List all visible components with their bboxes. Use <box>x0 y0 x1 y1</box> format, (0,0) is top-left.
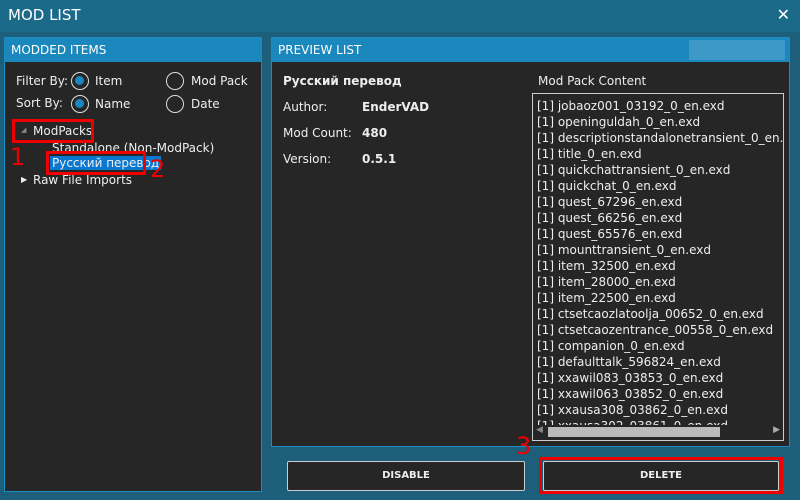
annotation-box-2 <box>46 151 146 175</box>
list-item[interactable]: [1] item_32500_en.exd <box>533 258 783 274</box>
author-value: EnderVAD <box>362 100 430 114</box>
list-item[interactable]: [1] descriptionstandalonetransient_0_en.… <box>533 130 783 146</box>
sort-date-label: Date <box>191 97 220 111</box>
filter-item-label: Item <box>95 74 123 88</box>
author-label: Author: <box>283 100 328 114</box>
sort-name-radio[interactable] <box>71 95 89 113</box>
list-item[interactable]: [1] xxausa308_03862_0_en.exd <box>533 402 783 418</box>
annotation-box-3 <box>539 457 783 494</box>
list-item[interactable]: [1] quickchattransient_0_en.exd <box>533 162 783 178</box>
disable-button[interactable]: DISABLE <box>287 461 525 491</box>
annotation-1: 1 <box>10 143 26 171</box>
filter-modpack-label: Mod Pack <box>191 74 248 88</box>
collapsed-arrow-icon[interactable]: ▶ <box>21 175 27 184</box>
panel-title: PREVIEW LIST <box>278 43 362 57</box>
annotation-box-1 <box>12 119 94 143</box>
horizontal-scrollbar[interactable]: ◀ ▶ <box>534 425 782 439</box>
panel-header: MODDED ITEMS <box>5 38 261 62</box>
count-label: Mod Count: <box>283 126 352 140</box>
count-value: 480 <box>362 126 388 140</box>
list-item[interactable]: [1] ctsetcaozentrance_00558_0_en.exd <box>533 322 783 338</box>
modded-items-panel: MODDED ITEMS Filter By: Item Mod Pack So… <box>4 37 262 492</box>
list-item[interactable]: [1] quickchat_0_en.exd <box>533 178 783 194</box>
title-bar: MOD LIST ✕ <box>0 0 800 32</box>
preview-list-panel: PREVIEW LIST Русский перевод Author: End… <box>271 37 790 447</box>
list-item[interactable]: [1] openinguldah_0_en.exd <box>533 114 783 130</box>
pack-name: Русский перевод <box>283 74 402 88</box>
list-item[interactable]: [1] item_22500_en.exd <box>533 290 783 306</box>
list-item[interactable]: [1] defaulttalk_596824_en.exd <box>533 354 783 370</box>
filter-label: Filter By: <box>16 74 69 88</box>
list-item[interactable]: [1] quest_65576_en.exd <box>533 226 783 242</box>
list-item[interactable]: [1] companion_0_en.exd <box>533 338 783 354</box>
content-list[interactable]: [1] jobaoz001_03192_0_en.exd [1] openingu… <box>532 93 784 441</box>
annotation-3: 3 <box>516 432 532 460</box>
sort-name-label: Name <box>95 97 131 111</box>
content-label: Mod Pack Content <box>538 74 647 88</box>
sort-label: Sort By: <box>16 96 63 110</box>
list-item[interactable]: [1] ctsetcaozlatoolja_00652_0_en.exd <box>533 306 783 322</box>
list-item[interactable]: [1] title_0_en.exd <box>533 146 783 162</box>
list-item[interactable]: [1] quest_67296_en.exd <box>533 194 783 210</box>
close-icon[interactable]: ✕ <box>777 5 790 24</box>
list-item[interactable]: [1] jobaoz001_03192_0_en.exd <box>533 98 783 114</box>
scroll-thumb[interactable] <box>548 427 720 437</box>
filter-item-radio[interactable] <box>71 72 89 90</box>
version-label: Version: <box>283 152 332 166</box>
panel-header: PREVIEW LIST <box>272 38 789 62</box>
search-box[interactable] <box>689 40 785 60</box>
annotation-2: 2 <box>150 155 166 183</box>
version-value: 0.5.1 <box>362 152 397 166</box>
list-item[interactable]: [1] item_28000_en.exd <box>533 274 783 290</box>
list-item[interactable]: [1] xxawil083_03853_0_en.exd <box>533 370 783 386</box>
list-item[interactable]: [1] quest_66256_en.exd <box>533 210 783 226</box>
window-title: MOD LIST <box>8 6 81 24</box>
list-item[interactable]: [1] xxawil063_03852_0_en.exd <box>533 386 783 402</box>
scroll-left-icon[interactable]: ◀ <box>536 425 543 435</box>
list-item[interactable]: [1] mounttransient_0_en.exd <box>533 242 783 258</box>
filter-modpack-radio[interactable] <box>166 72 184 90</box>
tree-raw-imports[interactable]: Raw File Imports <box>33 173 132 187</box>
sort-date-radio[interactable] <box>166 95 184 113</box>
scroll-right-icon[interactable]: ▶ <box>773 425 780 435</box>
